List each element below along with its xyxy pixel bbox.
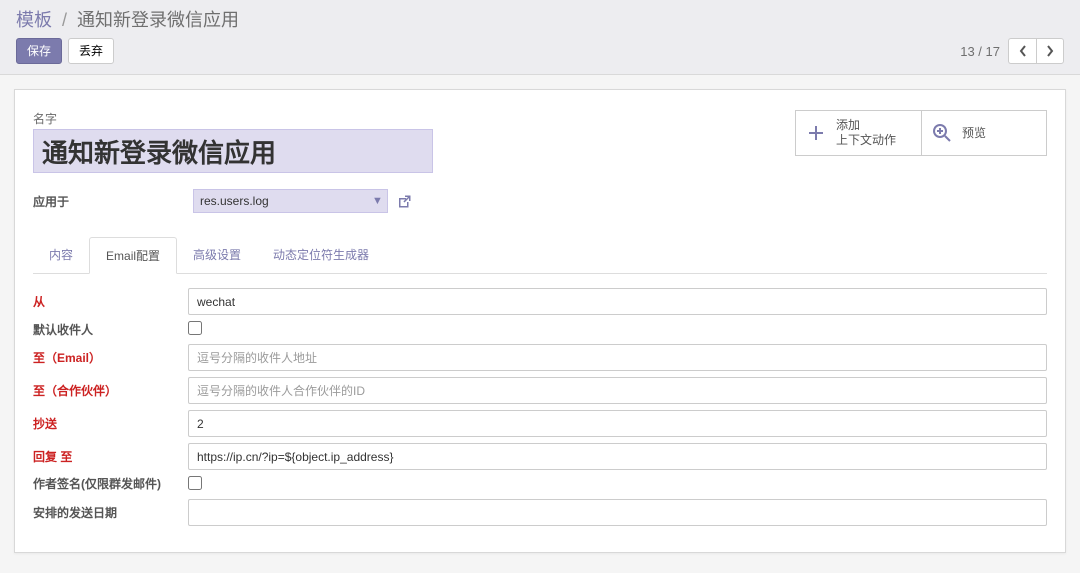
tab-content[interactable]: 内容 bbox=[33, 237, 89, 273]
preview-button[interactable]: 预览 bbox=[921, 111, 1046, 155]
applies-to-label: 应用于 bbox=[33, 193, 193, 210]
author-signature-checkbox[interactable] bbox=[188, 476, 202, 490]
cc-input[interactable] bbox=[188, 410, 1047, 437]
default-recipient-label: 默认收件人 bbox=[33, 321, 188, 338]
discard-button[interactable]: 丢弃 bbox=[68, 38, 114, 64]
tab-dynamic-placeholder[interactable]: 动态定位符生成器 bbox=[257, 237, 385, 273]
name-input[interactable] bbox=[33, 129, 433, 173]
reply-to-label: 回复 至 bbox=[33, 448, 188, 465]
tab-advanced[interactable]: 高级设置 bbox=[177, 237, 257, 273]
stat-buttons: 添加 上下文动作 预览 bbox=[795, 110, 1047, 156]
chevron-right-icon bbox=[1046, 45, 1054, 57]
search-plus-icon bbox=[932, 123, 954, 143]
cc-label: 抄送 bbox=[33, 415, 188, 432]
control-panel: 模板 / 通知新登录微信应用 保存 丢弃 13 / 17 bbox=[0, 0, 1080, 75]
from-label: 从 bbox=[33, 293, 188, 310]
add-context-line2: 上下文动作 bbox=[836, 133, 896, 148]
to-email-label: 至（Email） bbox=[33, 349, 188, 366]
reply-to-input[interactable] bbox=[188, 443, 1047, 470]
preview-label: 预览 bbox=[962, 126, 986, 141]
save-button[interactable]: 保存 bbox=[16, 38, 62, 64]
to-partner-input[interactable] bbox=[188, 377, 1047, 404]
tab-email-config[interactable]: Email配置 bbox=[89, 237, 177, 274]
to-email-input[interactable] bbox=[188, 344, 1047, 371]
breadcrumb-current: 通知新登录微信应用 bbox=[77, 10, 239, 30]
pager-text: 13 / 17 bbox=[960, 44, 1000, 59]
scheduled-date-input[interactable] bbox=[188, 499, 1047, 526]
breadcrumb-root-link[interactable]: 模板 bbox=[16, 10, 52, 30]
pager-next-button[interactable] bbox=[1036, 38, 1064, 64]
from-input[interactable] bbox=[188, 288, 1047, 315]
to-partner-label: 至（合作伙伴） bbox=[33, 382, 188, 399]
breadcrumb-separator: / bbox=[62, 10, 67, 30]
author-signature-label: 作者签名(仅限群发邮件) bbox=[33, 477, 188, 493]
title-label: 名字 bbox=[33, 110, 433, 127]
pager-prev-button[interactable] bbox=[1008, 38, 1036, 64]
tabs: 内容 Email配置 高级设置 动态定位符生成器 bbox=[33, 237, 1047, 274]
plus-icon bbox=[806, 123, 828, 143]
chevron-left-icon bbox=[1019, 45, 1027, 57]
add-context-action-button[interactable]: 添加 上下文动作 bbox=[796, 111, 921, 155]
default-recipient-checkbox[interactable] bbox=[188, 321, 202, 335]
external-link-icon[interactable] bbox=[397, 194, 412, 209]
breadcrumb: 模板 / 通知新登录微信应用 bbox=[16, 6, 1064, 32]
add-context-line1: 添加 bbox=[836, 118, 896, 133]
applies-to-input[interactable] bbox=[193, 189, 388, 213]
scheduled-date-label: 安排的发送日期 bbox=[33, 504, 188, 521]
form-sheet: 名字 添加 上下文动作 预览 bbox=[14, 89, 1066, 553]
